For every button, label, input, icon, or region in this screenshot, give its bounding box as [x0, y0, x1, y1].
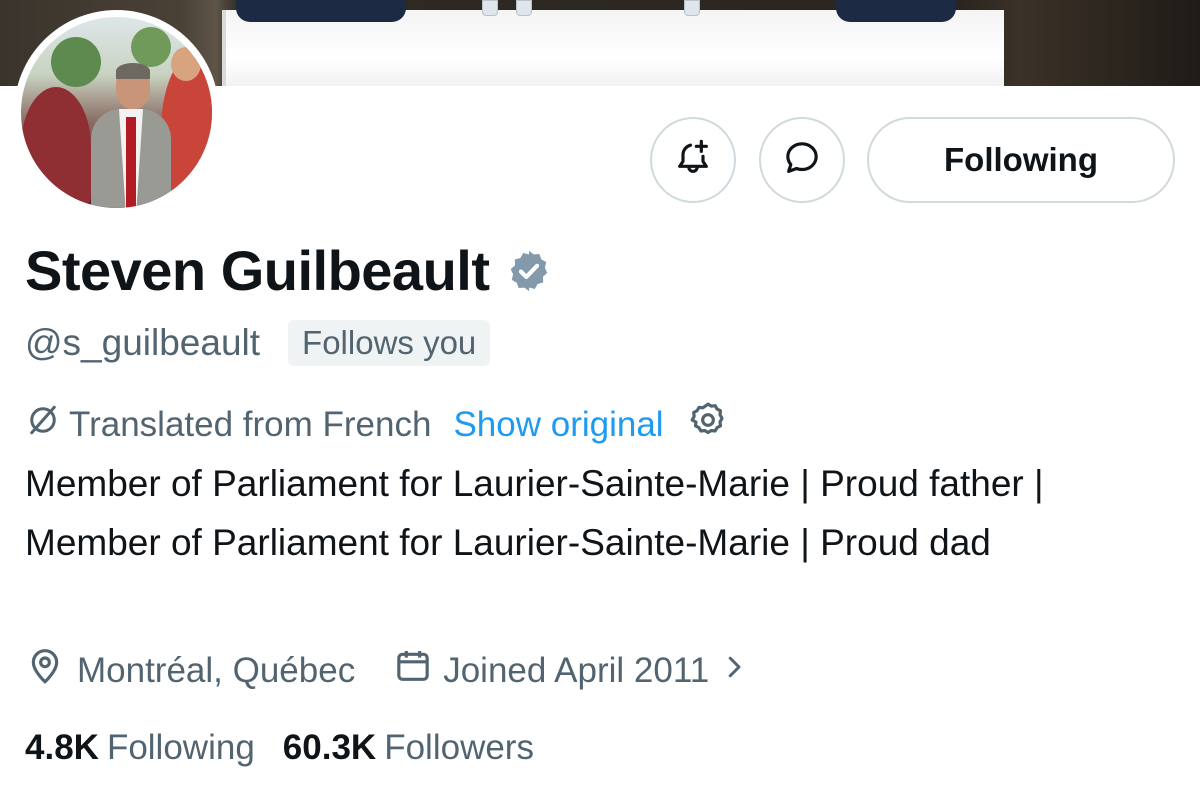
verified-badge-icon: [490, 242, 552, 299]
joined-date-link[interactable]: Joined April 2011: [443, 651, 709, 691]
following-button-label: Following: [944, 141, 1098, 178]
followers-count: 60.3K: [282, 728, 377, 767]
bell-plus-icon: [673, 138, 713, 183]
follow-stats-row: 4.8K Following 60.3K Followers: [25, 728, 534, 768]
gear-icon[interactable]: [664, 400, 728, 449]
following-button[interactable]: Following: [867, 117, 1175, 203]
location-text: Montréal, Québec: [77, 650, 356, 690]
calendar-icon: [393, 646, 433, 695]
following-label: Following: [106, 728, 255, 767]
translate-slash-icon: [25, 402, 69, 447]
translation-row: Translated from French Show original: [25, 400, 728, 449]
following-stat-link[interactable]: 4.8K Following: [25, 728, 255, 768]
profile-name-row: Steven Guilbeault: [25, 238, 552, 303]
followers-stat-link[interactable]: 60.3K Followers: [283, 728, 534, 768]
location-pin-icon: [25, 646, 65, 695]
username-handle: @s_guilbeault: [25, 322, 261, 363]
followers-label: Followers: [384, 728, 534, 767]
following-count: 4.8K: [25, 728, 99, 767]
profile-meta-row: Montréal, Québec Joined April 2011: [25, 646, 749, 695]
message-button[interactable]: [759, 117, 845, 203]
profile-page: Following Steven Guilbeault @s_guilbeaul…: [0, 0, 1200, 789]
display-name: Steven Guilbeault: [25, 239, 490, 302]
message-bubble-icon: [782, 138, 822, 183]
show-original-link[interactable]: Show original: [453, 405, 663, 445]
handle-row: @s_guilbeault Follows you: [25, 320, 491, 366]
notifications-button[interactable]: [650, 117, 736, 203]
chevron-right-icon[interactable]: [709, 651, 749, 691]
avatar[interactable]: [21, 17, 212, 208]
profile-bio: Member of Parliament for Laurier-Sainte-…: [25, 463, 1044, 563]
follows-you-badge: Follows you: [288, 320, 491, 366]
translated-label: Translated from French: [69, 404, 432, 444]
